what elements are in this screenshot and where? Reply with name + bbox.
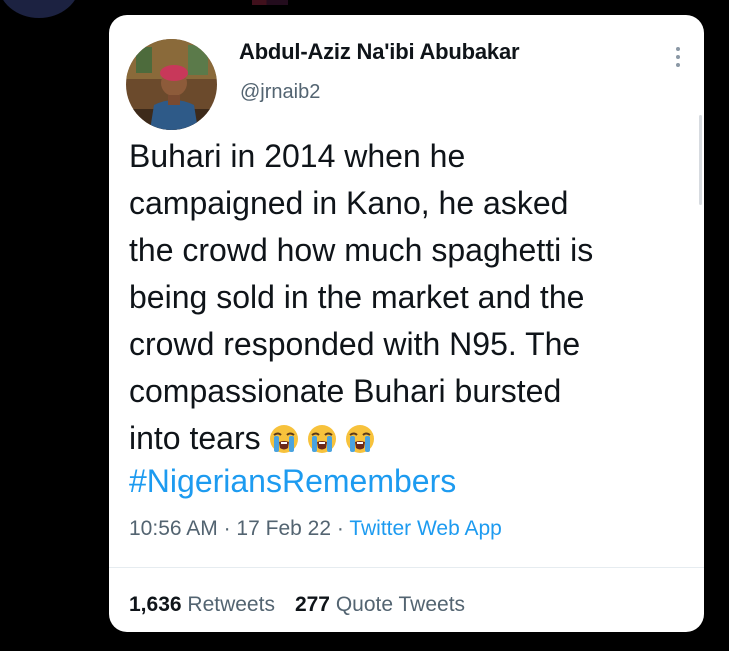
tweet-body: Buhari in 2014 when he campaigned in Kan…	[129, 133, 689, 462]
tweet-text-line: campaigned in Kano, he asked	[129, 185, 569, 221]
tweet-text-line: into tears	[129, 420, 261, 456]
scrollbar[interactable]	[699, 115, 702, 205]
loudly-crying-face-icon	[345, 425, 374, 453]
engagement-stats: 1,636 Retweets 277 Quote Tweets	[129, 593, 465, 617]
loudly-crying-face-icon	[269, 425, 298, 453]
quote-label: Quote Tweets	[335, 593, 466, 616]
tweet-card: Abdul-Aziz Na'ibi Abubakar @jrnaib2 Buha…	[109, 15, 704, 632]
tweet-meta: 10:56 AM · 17 Feb 22 · Twitter Web App	[129, 517, 502, 541]
retweets-stat[interactable]: 1,636 Retweets	[129, 593, 275, 616]
divider	[109, 567, 704, 568]
background-avatar-fragment	[0, 0, 80, 18]
quote-count: 277	[294, 593, 330, 616]
tweet-source-link[interactable]: Twitter Web App	[349, 517, 502, 540]
tweet-text-line: compassionate Buhari bursted	[129, 373, 562, 409]
retweets-label: Retweets	[187, 593, 275, 616]
tweet-text-line: crowd responded with N95. The	[129, 326, 581, 362]
tweet-text-line: the crowd how much spaghetti is	[129, 232, 594, 268]
author-handle[interactable]: @jrnaib2	[240, 81, 320, 104]
tweet-date[interactable]: 17 Feb 22	[236, 517, 331, 540]
author-avatar[interactable]	[126, 39, 217, 130]
meta-separator: ·	[336, 517, 344, 540]
author-name[interactable]: Abdul-Aziz Na'ibi Abubakar	[239, 39, 520, 65]
hashtag-link[interactable]: #NigeriansRemembers	[129, 463, 456, 500]
tweet-text-line: being sold in the market and the	[129, 279, 585, 315]
tweet-text-line: Buhari in 2014 when he	[129, 138, 466, 174]
loudly-crying-face-icon	[307, 425, 336, 453]
tweet-time[interactable]: 10:56 AM	[129, 517, 218, 540]
quote-tweets-stat[interactable]: 277 Quote Tweets	[295, 593, 465, 616]
meta-separator: ·	[223, 517, 231, 540]
more-options-icon[interactable]	[668, 43, 688, 71]
background-media-fragment	[252, 0, 288, 5]
emoji-group	[267, 423, 377, 455]
retweets-count: 1,636	[129, 593, 182, 616]
